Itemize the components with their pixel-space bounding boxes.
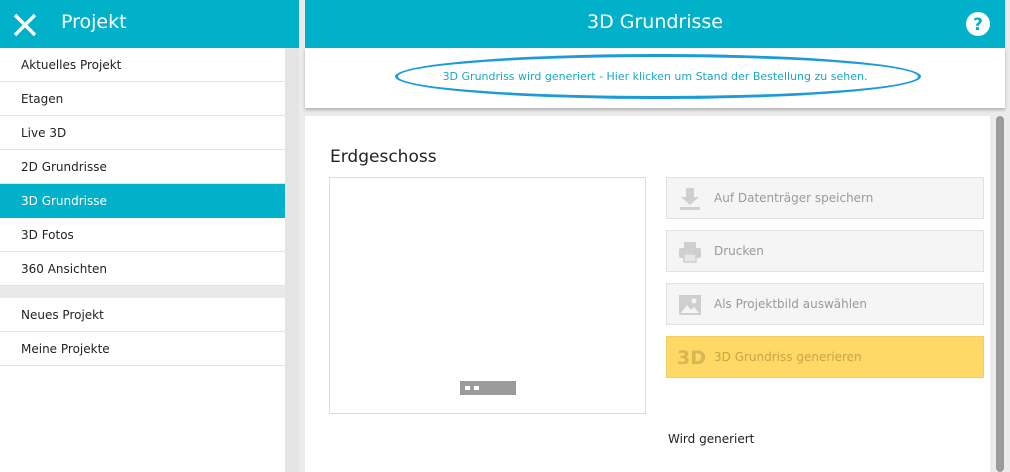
page-title: 3D Grundrisse xyxy=(586,11,723,33)
print-button[interactable]: Drucken xyxy=(666,230,984,272)
printer-icon xyxy=(679,242,701,263)
main-scrollbar[interactable] xyxy=(995,116,1005,472)
main-content: Erdgeschoss Auf Datenträger speichern Dr… xyxy=(305,116,990,472)
highlight-ellipse xyxy=(395,54,921,99)
sidebar-header: Projekt xyxy=(0,0,299,48)
set-project-image-button[interactable]: Als Projektbild auswählen xyxy=(666,283,984,325)
svg-text:?: ? xyxy=(973,15,983,35)
sidebar-item-aktuelles-projekt[interactable]: Aktuelles Projekt xyxy=(0,48,285,82)
sidebar-item-3d-grundrisse[interactable]: 3D Grundrisse xyxy=(0,184,285,218)
main-scrollbar-thumb[interactable] xyxy=(996,116,1004,472)
generate-3d-floorplan-button[interactable]: 3D 3D Grundriss generieren xyxy=(666,336,984,378)
loading-indicator xyxy=(460,381,516,395)
sidebar-project-nav: Neues Projekt Meine Projekte xyxy=(0,298,285,472)
generation-status: Wird generiert xyxy=(668,432,755,446)
sidebar-title: Projekt xyxy=(61,11,127,33)
save-to-disk-button[interactable]: Auf Datenträger speichern xyxy=(666,177,984,219)
sidebar-item-meine-projekte[interactable]: Meine Projekte xyxy=(0,332,285,366)
status-bar: 3D Grundriss wird generiert - Hier klick… xyxy=(305,48,1005,108)
close-icon[interactable] xyxy=(12,12,38,38)
image-icon xyxy=(679,295,701,315)
save-to-disk-label: Auf Datenträger speichern xyxy=(714,191,874,205)
sidebar-item-live-3d[interactable]: Live 3D xyxy=(0,116,285,150)
generate-3d-floorplan-label: 3D Grundriss generieren xyxy=(714,350,862,364)
sidebar-item-3d-fotos[interactable]: 3D Fotos xyxy=(0,218,285,252)
sidebar-item-2d-grundrisse[interactable]: 2D Grundrisse xyxy=(0,150,285,184)
print-label: Drucken xyxy=(714,244,764,258)
sidebar-nav: Aktuelles Projekt Etagen Live 3D 2D Grun… xyxy=(0,48,285,286)
download-icon xyxy=(680,188,700,210)
3d-icon: 3D xyxy=(677,347,706,369)
floor-title: Erdgeschoss xyxy=(330,147,437,167)
sidebar-item-etagen[interactable]: Etagen xyxy=(0,82,285,116)
sidebar-item-neues-projekt[interactable]: Neues Projekt xyxy=(0,298,285,332)
set-project-image-label: Als Projektbild auswählen xyxy=(714,297,868,311)
sidebar-scrollbar[interactable] xyxy=(285,48,299,472)
sidebar-item-360-ansichten[interactable]: 360 Ansichten xyxy=(0,252,285,286)
main-header: 3D Grundrisse ? xyxy=(305,0,1005,48)
help-icon[interactable]: ? xyxy=(965,11,991,37)
sidebar: Projekt Aktuelles Projekt Etagen Live 3D… xyxy=(0,0,299,472)
floorplan-preview xyxy=(329,177,646,414)
